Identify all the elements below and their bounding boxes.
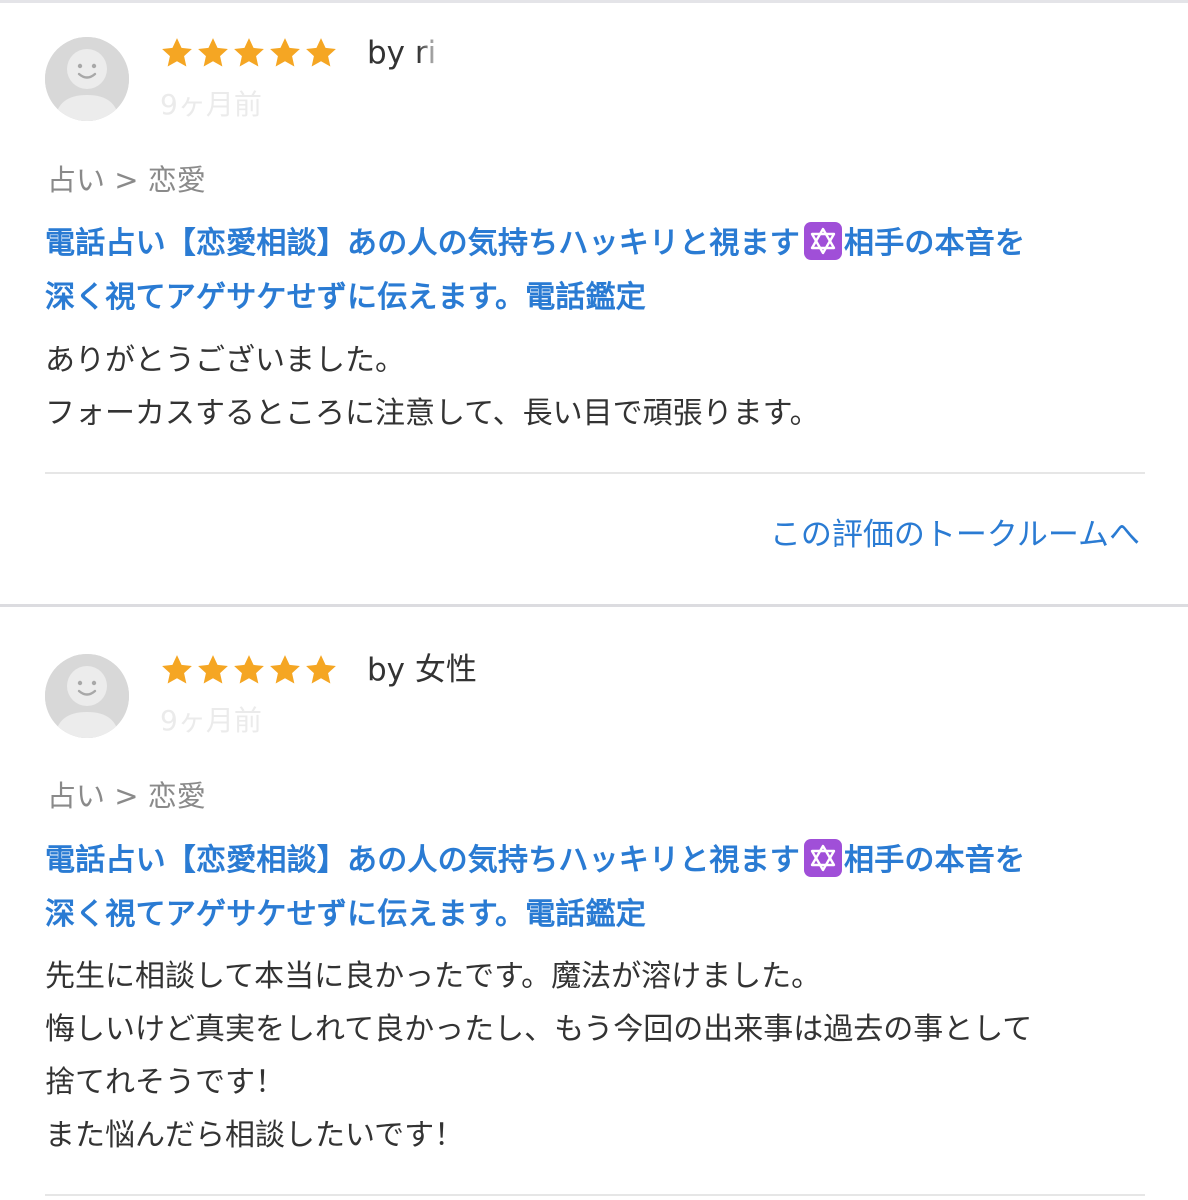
service-title-part: 電話占い【恋愛相談】あの人の気持ちハッキリと視ます xyxy=(45,226,800,261)
review-comment: ありがとうございました。 フォーカスするところに注意して、長い目で頑張ります。 xyxy=(45,334,1155,440)
avatar[interactable] xyxy=(45,37,129,121)
reviewer-name[interactable]: by 女性 xyxy=(367,650,477,690)
star-icon xyxy=(198,38,228,67)
service-title-link[interactable]: 電話占い【恋愛相談】あの人の気持ちハッキリと視ます 相手の本音を 深く視てアゲサケ… xyxy=(45,217,1155,325)
posted-date: 9ヶ月前 xyxy=(160,704,262,737)
comment-line: また悩んだら相談したいです！ xyxy=(45,1118,465,1153)
star-icon xyxy=(234,38,264,67)
star-icon xyxy=(306,38,336,67)
name-mask xyxy=(418,31,648,75)
star-icon xyxy=(162,38,192,67)
comment-line: ありがとうございました。 xyxy=(45,343,405,378)
default-user-icon xyxy=(45,37,129,121)
posted-date: 9ヶ月前 xyxy=(160,88,262,121)
star-icon xyxy=(306,655,336,684)
review-comment: 先生に相談して本当に良かったです。魔法が溶けました。 悔しいけど真実をしれて良か… xyxy=(45,950,1155,1162)
review-card: by ri 9ヶ月前 占い > 恋愛 電話占い【恋愛相談】あの人の気持ちハッキリ… xyxy=(0,0,1188,605)
divider xyxy=(45,1194,1145,1196)
comment-line: 悔しいけど真実をしれて良かったし、もう今回の出来事は過去の事として xyxy=(45,1012,1033,1047)
category-breadcrumb: 占い > 恋愛 xyxy=(47,163,206,197)
service-title-part: 相手の本音を xyxy=(844,843,1026,878)
category-breadcrumb: 占い > 恋愛 xyxy=(47,779,206,813)
service-title-part: 相手の本音を xyxy=(844,226,1026,261)
default-user-icon xyxy=(45,654,129,738)
review-card: by 女性 9ヶ月前 占い > 恋愛 電話占い【恋愛相談】あの人の気持ちハッキリ… xyxy=(0,608,1188,1200)
star-icon xyxy=(234,655,264,684)
six-pointed-star-icon xyxy=(804,222,842,260)
service-title-part: 深く視てアゲサケせずに伝えます。電話鑑定 xyxy=(45,280,646,315)
six-pointed-star-icon xyxy=(804,839,842,877)
star-icon xyxy=(162,655,192,684)
divider xyxy=(45,472,1145,474)
comment-line: フォーカスするところに注意して、長い目で頑張ります。 xyxy=(45,396,820,431)
avatar[interactable] xyxy=(45,654,129,738)
star-icon xyxy=(270,655,300,684)
service-title-part: 電話占い【恋愛相談】あの人の気持ちハッキリと視ます xyxy=(45,843,800,878)
star-icon xyxy=(198,655,228,684)
section-divider xyxy=(0,604,1188,607)
service-title-link[interactable]: 電話占い【恋愛相談】あの人の気持ちハッキリと視ます 相手の本音を 深く視てアゲサケ… xyxy=(45,834,1155,942)
star-rating xyxy=(160,33,338,73)
talkroom-link[interactable]: この評価のトークルームへ xyxy=(770,515,1140,555)
star-rating xyxy=(160,650,338,690)
service-title-part: 深く視てアゲサケせずに伝えます。電話鑑定 xyxy=(45,897,646,932)
comment-line: 捨てれそうです！ xyxy=(45,1065,285,1100)
star-icon xyxy=(270,38,300,67)
comment-line: 先生に相談して本当に良かったです。魔法が溶けました。 xyxy=(45,959,822,994)
